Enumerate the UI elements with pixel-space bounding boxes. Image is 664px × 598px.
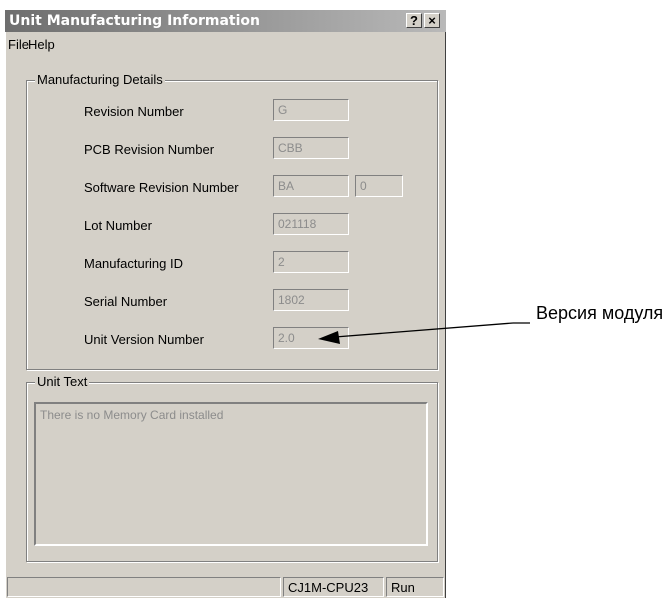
annotation-arrow	[318, 322, 530, 344]
annotation-label: Версия модуля	[536, 303, 664, 323]
annotation-line	[334, 322, 514, 338]
arrow-head-icon	[318, 331, 340, 344]
